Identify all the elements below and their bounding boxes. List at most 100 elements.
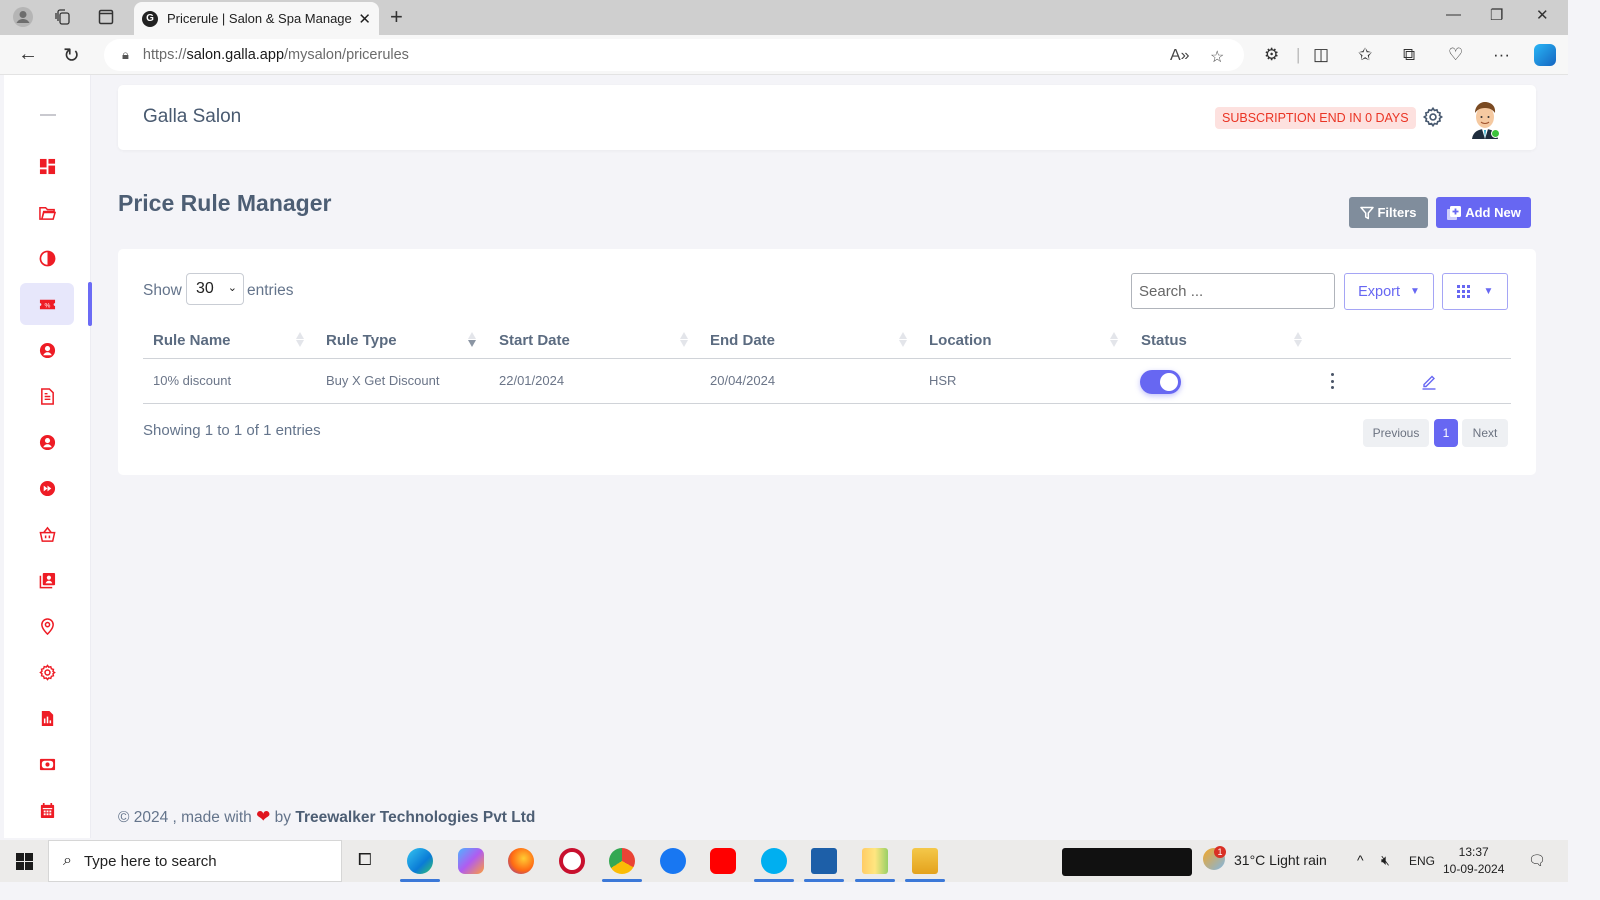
extensions-icon[interactable]: ⚙︎ [1264,45,1279,65]
youtube-app-icon[interactable] [710,848,736,874]
sort-icon[interactable] [296,332,304,348]
screen-recorder-app-icon[interactable] [559,848,585,874]
split-screen-icon[interactable]: ◫ [1313,45,1329,65]
column-header-location[interactable]: Location [929,332,992,349]
column-visibility-button[interactable]: ▼ [1442,273,1508,310]
dashboard-icon [39,158,55,174]
show-label: Show [143,282,182,299]
back-arrow-icon[interactable]: ← [18,43,38,66]
lock-icon: 🔒︎ [122,47,129,62]
sidebar-item-dashboard[interactable] [20,145,74,187]
close-window-button[interactable]: ✕ [1536,6,1549,24]
folder-open-icon [38,206,56,220]
heart-icon: ❤ [256,807,271,826]
sidebar-item-contrast[interactable] [20,237,74,279]
footer-company[interactable]: Treewalker Technologies Pvt Ltd [295,809,535,826]
weather-text[interactable]: 31°C Light rain [1234,852,1327,868]
footer-by: by [274,809,292,826]
sort-desc-icon[interactable] [468,332,476,348]
task-view-icon[interactable]: ⧠ [358,850,372,870]
column-header-rule-type[interactable]: Rule Type [326,332,397,349]
tab-close-icon[interactable]: ✕ [358,10,371,28]
restore-button[interactable]: ❐ [1490,6,1503,24]
sidebar-item-basket[interactable] [20,513,74,555]
collections-icon[interactable]: ⧉ [1403,45,1415,65]
tray-expand-chevron-icon[interactable]: ^ [1357,852,1364,868]
favicon-icon: G [142,10,158,27]
sidebar-item-fast-forward[interactable] [20,467,74,509]
sort-icon[interactable] [1294,332,1302,348]
notes-app-icon[interactable] [862,848,888,874]
profile-icon[interactable] [12,6,34,28]
settings-gear-icon[interactable] [1422,106,1444,128]
pagination-page-1[interactable]: 1 [1434,419,1458,447]
workspaces-icon[interactable] [52,6,74,28]
active-app-indicator [855,879,895,882]
browser-essentials-icon[interactable]: ♡ [1448,45,1463,65]
top-header: Galla Salon SUBSCRIPTION END IN 0 DAYS [118,85,1536,150]
microsoft-store-app-icon[interactable] [811,848,837,874]
edit-pencil-icon[interactable] [1421,372,1437,390]
pagination-previous[interactable]: Previous [1363,419,1429,447]
toolbar-divider: | [1296,45,1301,64]
export-dropdown-button[interactable]: Export ▼ [1344,273,1434,310]
language-indicator[interactable]: ENG [1409,854,1435,868]
firefox-app-icon[interactable] [508,848,534,874]
capture-toolbar[interactable] [1062,848,1192,876]
windows-start-icon[interactable] [16,853,33,870]
clock[interactable]: 13:37 10-09-2024 [1443,844,1504,878]
vertical-tabs-icon[interactable] [95,6,117,28]
filters-button[interactable]: Filters [1349,197,1428,228]
url-bar[interactable]: 🔒︎ https://salon.galla.app/mysalon/price… [104,39,1244,71]
read-aloud-icon[interactable]: A» [1170,47,1190,65]
sidebar-item-user-circle[interactable] [20,421,74,463]
favorites-icon[interactable]: ✩ [1358,45,1372,65]
file-explorer-app-icon[interactable] [912,848,938,874]
column-header-status[interactable]: Status [1141,332,1187,349]
facebook-app-icon[interactable] [660,848,686,874]
sidebar-collapse-handle[interactable] [40,114,56,116]
more-options-icon[interactable]: ··· [1493,45,1510,65]
sidebar-item-document[interactable] [20,375,74,417]
active-app-indicator [905,879,945,882]
sidebar-item-location-pin[interactable] [20,605,74,647]
more-actions-icon[interactable] [1329,373,1335,389]
sidebar-item-cash[interactable] [20,743,74,785]
chrome-app-icon[interactable] [609,848,635,874]
page-title: Price Rule Manager [118,190,332,216]
cell-location: HSR [929,373,957,388]
entries-label: entries [247,282,294,299]
sidebar-item-folder-open[interactable] [20,191,74,233]
new-tab-button[interactable]: + [390,4,403,30]
notifications-icon[interactable]: 🗨︎ [1528,852,1546,869]
sort-icon[interactable] [680,332,688,348]
search-input[interactable] [1131,273,1335,309]
refresh-icon[interactable]: ↻ [63,43,80,68]
minimize-button[interactable]: — [1446,6,1461,23]
status-toggle[interactable] [1140,370,1181,394]
sidebar-item-user-circle[interactable] [20,329,74,371]
copilot-app-icon[interactable] [458,848,484,874]
sidebar-item-calendar[interactable] [20,789,74,831]
favorite-star-icon[interactable]: ☆ [1210,47,1224,67]
column-header-start-date[interactable]: Start Date [499,332,570,349]
sidebar-item-discount-ticket[interactable]: % [20,283,74,325]
add-new-button[interactable]: Add New [1436,197,1531,228]
edge-app-icon[interactable] [407,848,433,874]
taskbar-search[interactable]: ⌕ Type here to search [48,840,342,882]
skype-app-icon[interactable] [761,848,787,874]
browser-tab-active[interactable]: G Pricerule | Salon & Spa Managem ✕ [134,2,379,35]
basket-icon [38,526,56,542]
page-size-select[interactable]: 30 ⌄ [186,273,244,305]
sort-icon[interactable] [899,332,907,348]
volume-muted-icon[interactable]: 🔇︎ [1381,852,1390,869]
copilot-icon[interactable] [1534,44,1556,66]
app-container: % Galla Salon SUBSCRIPTION END IN 0 DAYS… [4,75,1568,838]
pagination-next[interactable]: Next [1462,419,1508,447]
sidebar-item-settings-gear[interactable] [20,651,74,693]
sidebar-item-report[interactable] [20,697,74,739]
sidebar-item-contacts[interactable] [20,559,74,601]
column-header-end-date[interactable]: End Date [710,332,775,349]
sort-icon[interactable] [1110,332,1118,348]
column-header-rule-name[interactable]: Rule Name [153,332,231,349]
